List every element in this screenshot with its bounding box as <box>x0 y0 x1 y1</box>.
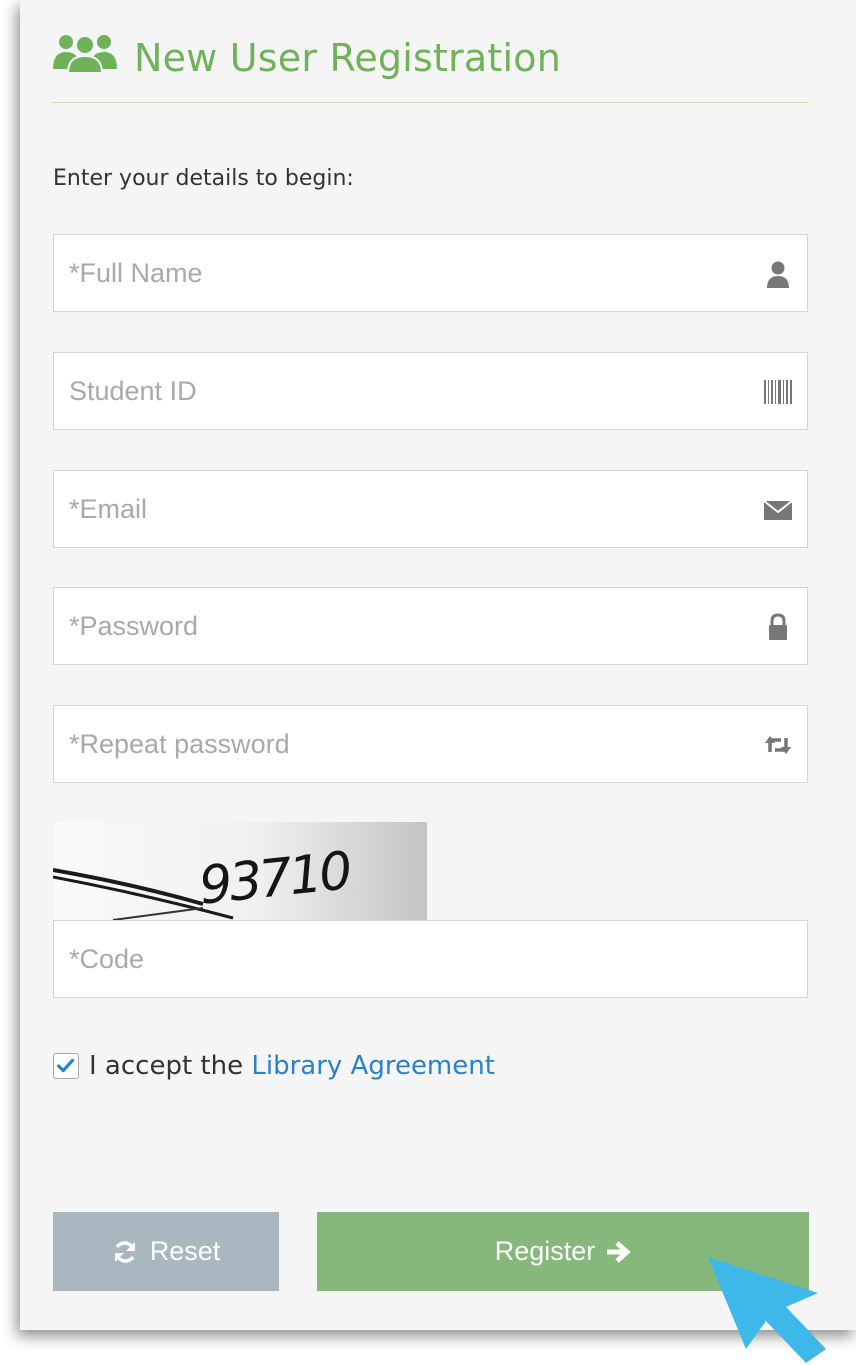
captcha-image: 93710 <box>53 822 427 920</box>
barcode-icon <box>764 380 792 404</box>
email-field[interactable] <box>53 470 808 548</box>
arrow-right-icon <box>607 1240 632 1263</box>
panel-header: New User Registration <box>52 30 809 103</box>
agreement-label: I accept the Library Agreement <box>89 1048 495 1084</box>
code-input[interactable] <box>54 921 807 997</box>
user-icon <box>767 261 789 288</box>
reset-label: Reset <box>149 1236 221 1266</box>
envelope-icon <box>763 500 793 520</box>
code-field[interactable] <box>53 920 808 998</box>
agreement-checkbox[interactable] <box>53 1053 79 1079</box>
mouse-pointer-icon <box>708 1257 826 1363</box>
agreement-prefix: I accept the <box>89 1051 244 1081</box>
check-icon <box>57 1058 75 1073</box>
page-title: New User Registration <box>134 36 562 80</box>
users-icon <box>53 35 117 73</box>
library-agreement-link[interactable]: Library Agreement <box>251 1051 495 1081</box>
lock-icon <box>769 613 787 640</box>
retweet-icon <box>765 736 791 754</box>
registration-panel: New User Registration Enter your details… <box>20 0 856 1330</box>
email-input[interactable] <box>54 471 807 547</box>
form-intro: Enter your details to begin: <box>53 166 354 191</box>
full-name-field[interactable] <box>53 234 808 312</box>
full-name-input[interactable] <box>54 235 807 311</box>
student-id-input[interactable] <box>54 353 807 429</box>
repeat-password-input[interactable] <box>54 706 807 782</box>
register-label: Register <box>494 1236 596 1266</box>
reset-button[interactable]: Reset <box>53 1212 279 1291</box>
student-id-field[interactable] <box>53 352 808 430</box>
refresh-icon <box>114 1240 135 1263</box>
repeat-password-field[interactable] <box>53 705 808 783</box>
password-input[interactable] <box>54 588 807 664</box>
password-field[interactable] <box>53 587 808 665</box>
